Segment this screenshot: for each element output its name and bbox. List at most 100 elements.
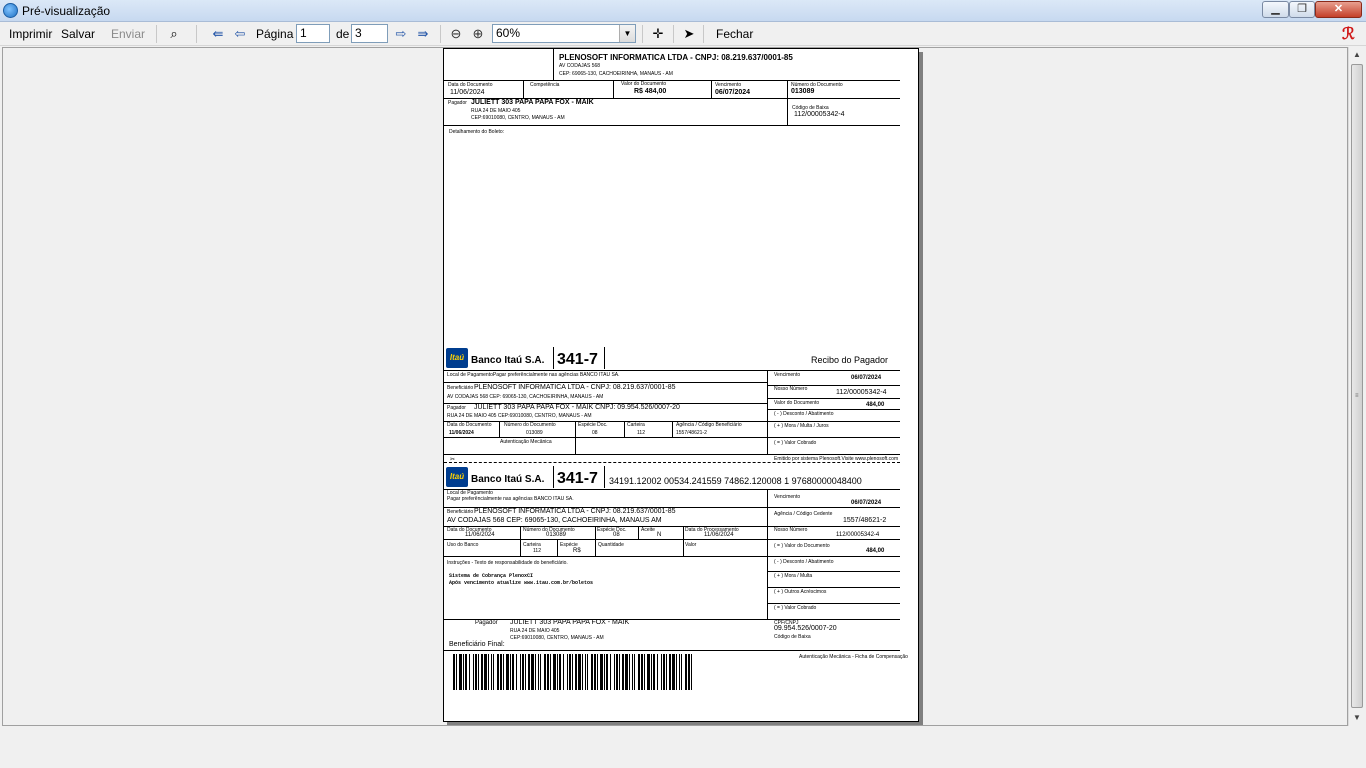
- last-page-icon[interactable]: ⇛: [415, 26, 431, 42]
- ficha-bank-name: Banco Itaú S.A.: [471, 474, 545, 485]
- barcode-bar: [594, 654, 596, 690]
- chevron-down-icon[interactable]: ▼: [619, 25, 635, 42]
- barcode: [453, 654, 692, 690]
- vencimento-value: 06/07/2024: [715, 89, 751, 96]
- barcode-bar: [540, 654, 541, 690]
- ficha-pagador-address1: RUA 24 DE MAIO 405: [510, 628, 560, 634]
- competencia-label: Competência: [530, 82, 560, 88]
- barcode-bar: [572, 654, 573, 690]
- recibo-desconto-label: ( - ) Desconto / Abatimento: [774, 411, 834, 417]
- ficha-beneficiario-address: AV CODAJAS 568 CEP: 69065-130, CACHOEIRI…: [447, 517, 662, 524]
- barcode-bar: [522, 654, 524, 690]
- recibo-carteira: 112: [637, 430, 645, 436]
- minimize-button[interactable]: ▁: [1262, 1, 1289, 18]
- barcode-bar: [622, 654, 624, 690]
- scroll-down-icon[interactable]: ▼: [1349, 710, 1365, 726]
- recibo-especie-doc-label: Espécie Doc.: [578, 422, 608, 428]
- divider: [767, 571, 900, 572]
- barcode-bar: [531, 654, 534, 690]
- scroll-thumb[interactable]: ≡: [1351, 64, 1363, 708]
- divider: [767, 421, 900, 422]
- payer-address2: CEP:69010080, CENTRO, MANAUS - AM: [471, 115, 565, 121]
- first-page-icon[interactable]: ⇚: [210, 26, 226, 42]
- ficha-instrucao-2: Após vencimento atualize www.itau.com.br…: [449, 580, 594, 586]
- vertical-scrollbar[interactable]: ▲ ≡ ▼: [1348, 47, 1365, 726]
- barcode-bar: [591, 654, 593, 690]
- divider: [444, 454, 900, 455]
- barcode-bar: [559, 654, 561, 690]
- barcode-bar: [535, 654, 536, 690]
- ficha-vencimento-label: Vencimento: [774, 494, 801, 500]
- barcode-bar: [688, 654, 690, 690]
- recibo-beneficiario-label: Beneficiário: [447, 385, 474, 391]
- ficha-codigo-baixa-label: Código de Baixa: [774, 634, 811, 640]
- divider: [553, 466, 554, 488]
- barcode-bar: [528, 654, 530, 690]
- maximize-button[interactable]: ❐: [1289, 1, 1315, 18]
- barcode-bar: [587, 654, 588, 690]
- print-button[interactable]: Imprimir: [9, 27, 52, 41]
- barcode-bar: [550, 654, 551, 690]
- page-width-icon[interactable]: ✛: [650, 26, 666, 42]
- toolbar-separator: [156, 25, 157, 43]
- zoom-select[interactable]: 60% ▼: [492, 24, 636, 43]
- close-window-button[interactable]: ✕: [1315, 1, 1362, 18]
- recibo-mora-label: ( + ) Mora / Multa / Juros: [774, 423, 829, 429]
- linha-digitavel: 34191.12002 00534.241559 74862.120008 1 …: [609, 476, 862, 486]
- barcode-bar: [606, 654, 608, 690]
- ficha-autenticacao: Autenticação Mecânica - Ficha de Compens…: [799, 654, 908, 660]
- ficha-nosso-numero: 112/00005342-4: [836, 532, 880, 538]
- barcode-bar: [685, 654, 687, 690]
- scroll-up-icon[interactable]: ▲: [1349, 47, 1365, 63]
- ficha-especie: R$: [573, 548, 581, 554]
- numero-doc-value: 013089: [791, 88, 815, 95]
- send-button[interactable]: Enviar: [111, 27, 145, 41]
- page-number-input[interactable]: 1: [296, 24, 330, 43]
- company-address1: AV CODAJAS 568: [559, 63, 601, 69]
- barcode-bar: [463, 654, 464, 690]
- barcode-bar: [465, 654, 467, 690]
- recibo-data-doc-label: Data do Documento: [447, 422, 492, 428]
- ficha-beneficiario: PLENOSOFT INFORMATICA LTDA - CNPJ: 08.21…: [474, 508, 676, 515]
- recibo-beneficiario: PLENOSOFT INFORMATICA LTDA - CNPJ: 08.21…: [474, 384, 676, 391]
- recibo-data-doc: 11/06/2024: [449, 430, 474, 436]
- barcode-bar: [553, 654, 556, 690]
- detalhamento-label: Detalhamento do Boleto:: [449, 129, 505, 135]
- divider: [444, 539, 900, 540]
- find-binoculars-icon[interactable]: ⌕: [166, 26, 182, 42]
- recibo-valor-doc-label: Valor do Documento: [774, 400, 820, 406]
- toolbar: Imprimir Salvar Enviar ⌕ ⇚ ⇦ Página 1 de…: [0, 22, 1366, 46]
- close-preview-button[interactable]: Fechar: [716, 27, 753, 41]
- ficha-desconto-label: ( - ) Desconto / Abatimento: [774, 559, 834, 565]
- app-icon: [3, 3, 18, 18]
- divider: [767, 587, 900, 588]
- divider: [444, 437, 900, 438]
- barcode-bar: [691, 654, 692, 690]
- barcode-bar: [538, 654, 539, 690]
- divider: [767, 409, 900, 410]
- save-button[interactable]: Salvar: [61, 27, 95, 41]
- page-label: Página: [256, 27, 294, 41]
- divider: [767, 370, 768, 455]
- ficha-valor-doc: 484,00: [866, 548, 885, 554]
- itau-logo-icon: Itaú: [446, 348, 468, 368]
- ficha-valor-label: Valor: [685, 542, 697, 548]
- of-label: de: [336, 27, 350, 41]
- previous-page-icon[interactable]: ⇦: [232, 26, 248, 42]
- barcode-bar: [651, 654, 652, 690]
- barcode-bar: [585, 654, 586, 690]
- zoom-out-icon[interactable]: ⊖: [448, 26, 464, 42]
- next-page-icon[interactable]: ⇨: [393, 26, 409, 42]
- recibo-vencimento-value: 06/07/2024: [851, 375, 882, 381]
- pointer-cursor-icon[interactable]: ➤: [681, 26, 697, 42]
- recibo-pagador: JULIETT 303 PAPA PAPA FOX - MAIK CNPJ: 0…: [474, 404, 680, 411]
- barcode-bar: [478, 654, 479, 690]
- ficha-cpf: 09.954.526/0007-20: [774, 625, 837, 632]
- ficha-especie-doc-label: Espécie Doc.: [597, 527, 627, 533]
- recibo-valor-doc: 484,00: [866, 402, 885, 408]
- zoom-in-icon[interactable]: ⊕: [470, 26, 486, 42]
- ficha-nosso-numero-label: Nosso Número: [774, 527, 808, 533]
- toolbar-separator: [642, 25, 643, 43]
- divider: [767, 489, 768, 619]
- divider: [575, 437, 576, 455]
